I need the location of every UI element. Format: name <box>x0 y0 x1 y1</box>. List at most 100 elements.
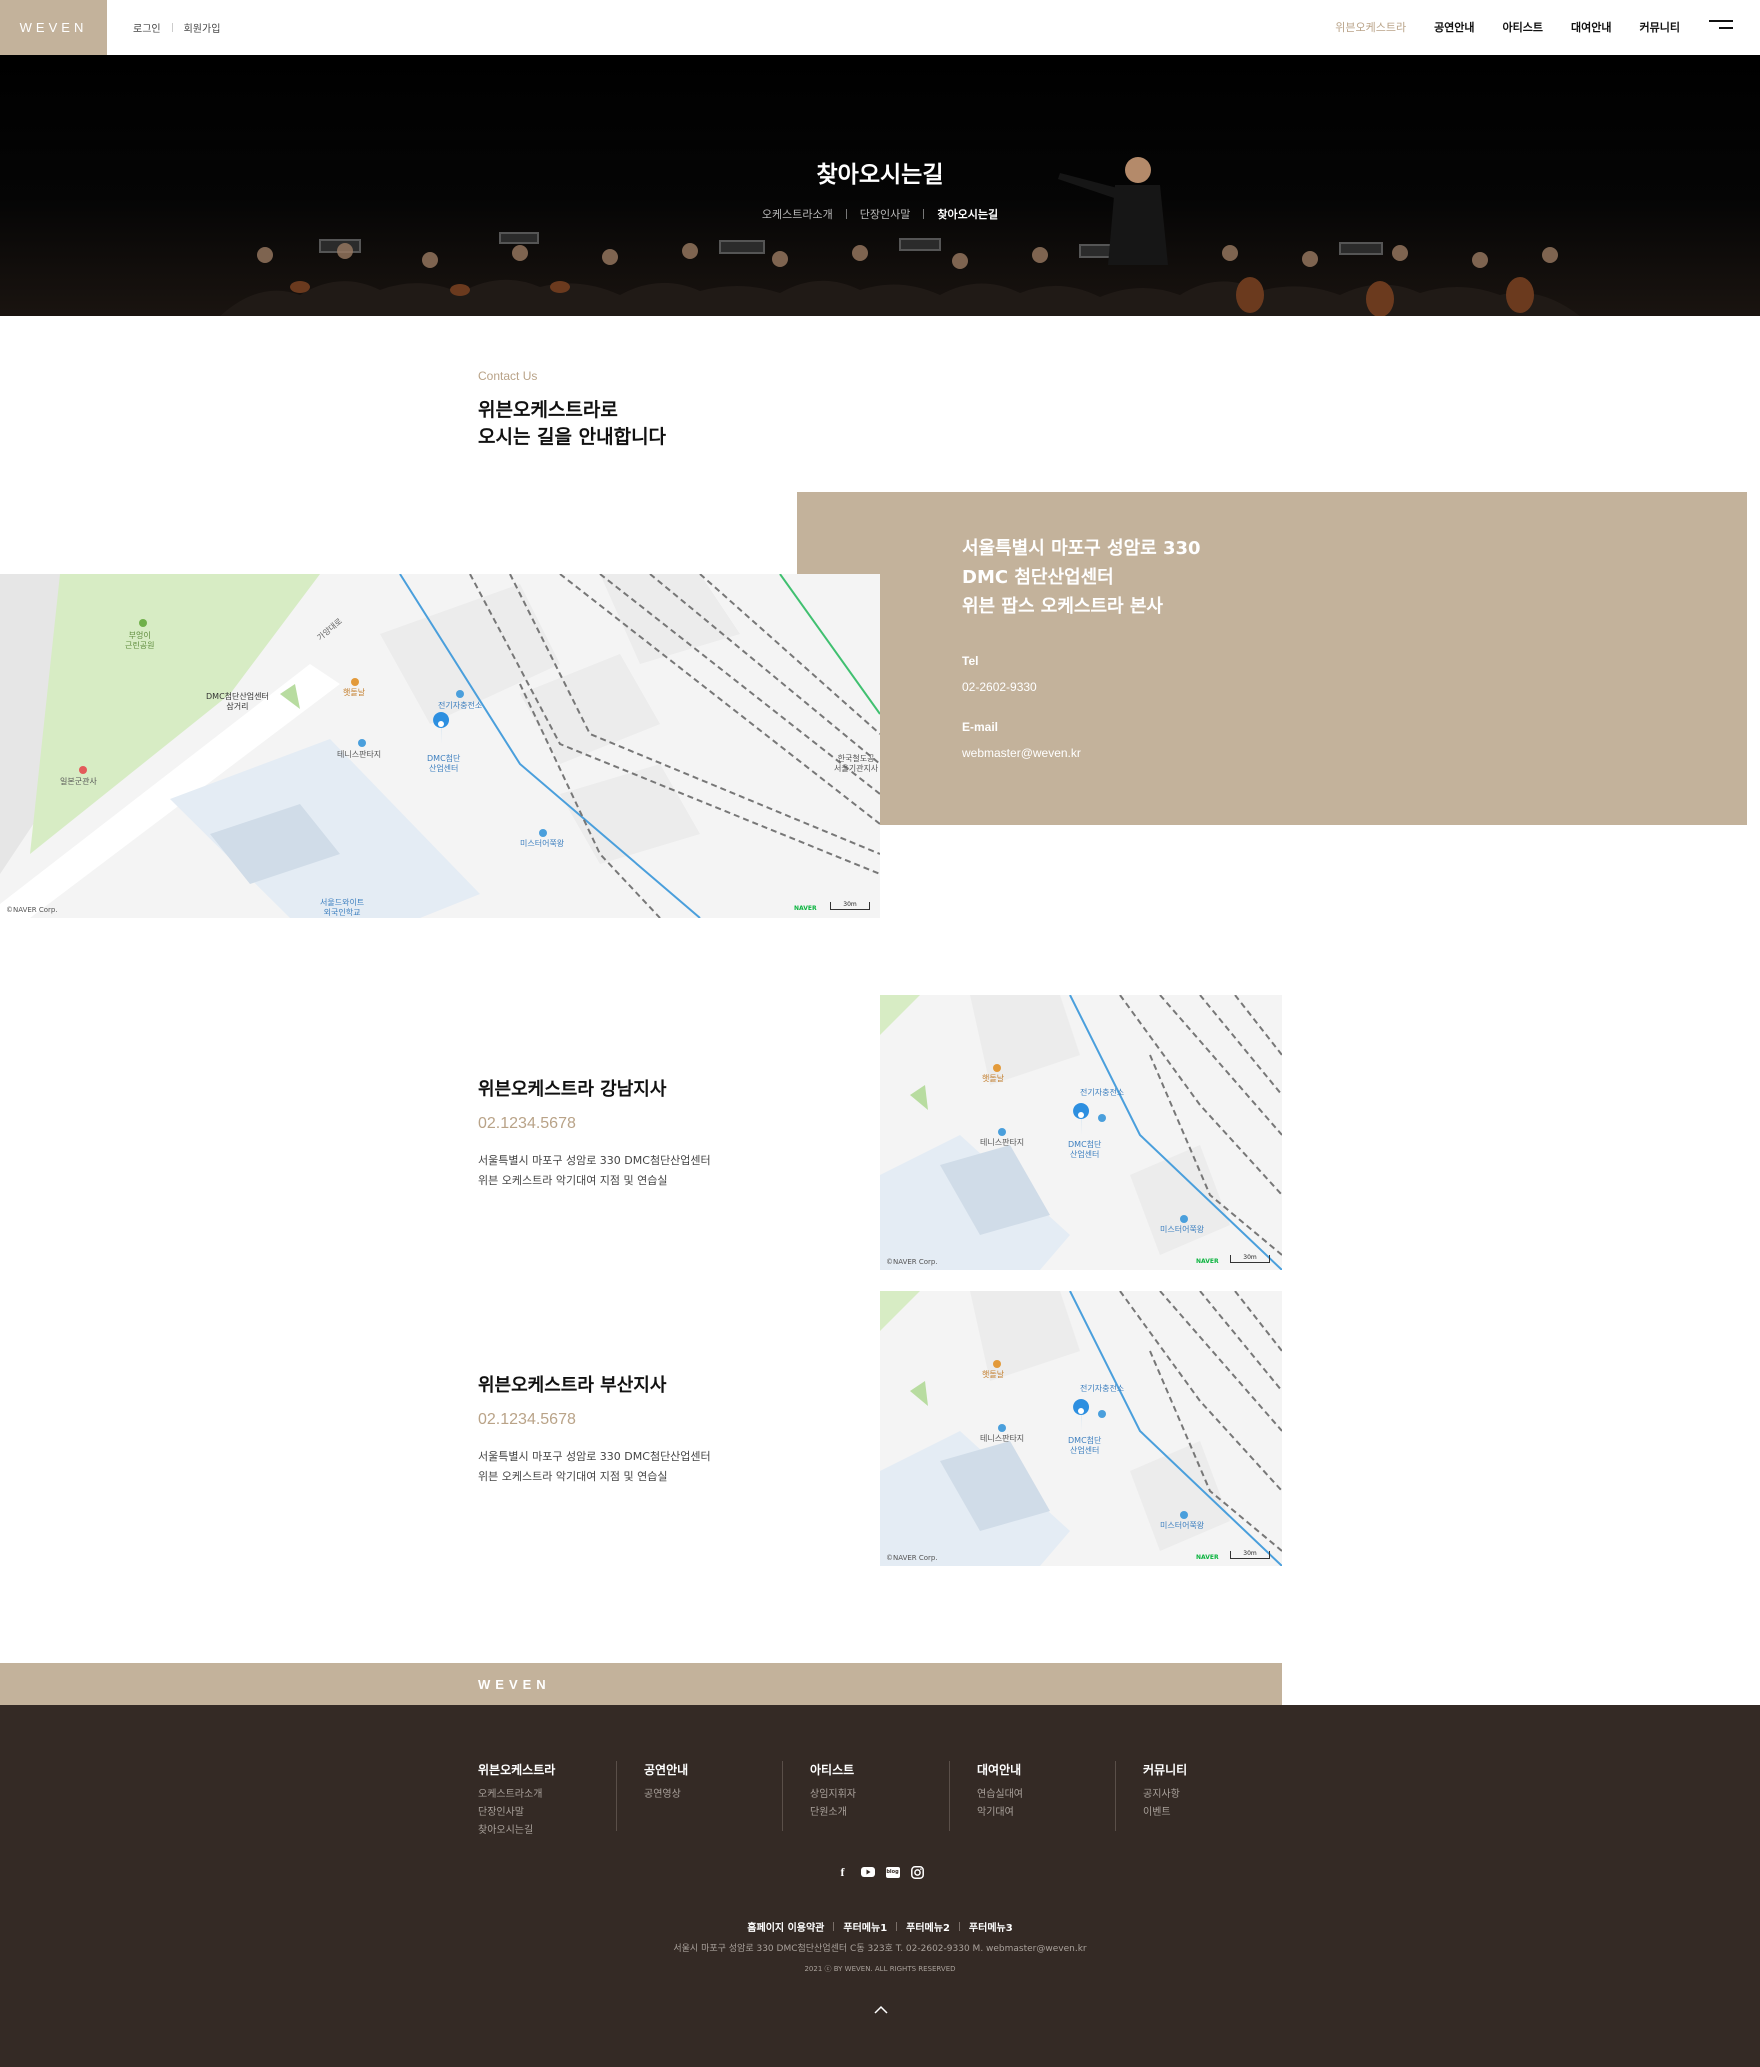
footer-policy-links: 홈페이지 이용약관 푸터메뉴1 푸터메뉴2 푸터메뉴3 <box>0 1919 1760 1934</box>
naver-logo: NAVER <box>1196 1554 1219 1561</box>
footer-menu-3[interactable]: 푸터메뉴3 <box>969 1919 1013 1934</box>
scroll-top-icon[interactable] <box>873 2002 889 2018</box>
footer-link[interactable]: 상임지휘자 <box>810 1786 976 1804</box>
footer-col-head[interactable]: 대여안내 <box>977 1761 1143 1778</box>
tel-label: Tel <box>962 654 979 668</box>
sns-links: f blog <box>0 1865 1760 1879</box>
footer-link[interactable]: 공지사항 <box>1143 1786 1309 1804</box>
branch-desc-gangnam: 서울특별시 마포구 성암로 330 DMC첨단산업센터 위븐 오케스트라 악기대… <box>478 1154 711 1187</box>
branch-name-gangnam: 위븐오케스트라 강남지사 <box>478 1079 667 1100</box>
hero-banner: 찾아오시는길 오케스트라소개 단장인사말 찾아오시는길 <box>0 55 1760 316</box>
footer-col-orchestra: 위븐오케스트라 오케스트라소개 단장인사말 찾아오시는길 <box>478 1761 644 1840</box>
map-label-electric: 전기자충전소 <box>1080 1088 1125 1097</box>
headquarters-address: 서울특별시 마포구 성암로 330 DMC 첨단산업센터 위븐 팝스 오케스트라… <box>962 538 1201 617</box>
section-eyebrow: Contact Us <box>478 369 538 383</box>
map-label-mister: 미스터어쭉왕 <box>1160 1521 1205 1530</box>
footer-col-performance: 공연안내 공연영상 <box>644 1761 810 1804</box>
breadcrumb-item-orchestra[interactable]: 오케스트라소개 <box>762 206 833 222</box>
map-label-crossing: DMC첨단산업센터 삼거리 <box>206 692 269 711</box>
map-label-dmc-center: DMC첨단 산업센터 <box>1068 1140 1102 1159</box>
map-label-restaurant: 햇돌날 <box>982 1074 1005 1083</box>
menu-icon[interactable] <box>1709 20 1733 32</box>
footer-col-artist: 아티스트 상임지휘자 단원소개 <box>810 1761 976 1822</box>
map-label-park: 부엉이 근린공원 <box>125 631 155 650</box>
site-logo[interactable]: WEVEN <box>0 0 107 55</box>
footer-link[interactable]: 단원소개 <box>810 1804 976 1822</box>
footer-link[interactable]: 악기대여 <box>977 1804 1143 1822</box>
youtube-icon[interactable] <box>860 1865 875 1879</box>
main-map[interactable]: 부엉이 근린공원 DMC첨단산업센터 삼거리 햇돌날 전기자충전소 테니스판타지… <box>0 574 880 918</box>
breadcrumb-item-greeting[interactable]: 단장인사말 <box>860 206 911 222</box>
footer-col-rental: 대여안내 연습실대여 악기대여 <box>977 1761 1143 1822</box>
page-title: 찾아오시는길 <box>816 162 944 188</box>
map-label-electric: 전기자충전소 <box>1080 1384 1125 1393</box>
footer-col-head[interactable]: 아티스트 <box>810 1761 976 1778</box>
map-copyright: ©NAVER Corp. <box>6 906 58 914</box>
footer-col-head[interactable]: 위븐오케스트라 <box>478 1761 644 1778</box>
footer-menu-2[interactable]: 푸터메뉴2 <box>906 1919 950 1934</box>
map-canvas <box>0 574 880 918</box>
naver-logo: NAVER <box>1196 1258 1219 1265</box>
auth-links: 로그인 회원가입 <box>133 20 220 35</box>
map-scale: 30m <box>830 902 870 910</box>
footer-copyright: 2021 ⓒ BY WEVEN. ALL RIGHTS RESERVED <box>804 1965 956 1973</box>
branch-tel-gangnam[interactable]: 02.1234.5678 <box>478 1115 576 1133</box>
breadcrumb: 오케스트라소개 단장인사말 찾아오시는길 <box>0 206 1760 222</box>
map-label-japan: 일본군관사 <box>60 777 97 786</box>
page: WEVEN 로그인 회원가입 위븐오케스트라 공연안내 아티스트 대여안내 커뮤… <box>0 0 1760 2067</box>
map-label-restaurant: 햇돌날 <box>982 1370 1005 1379</box>
branch-tel-busan[interactable]: 02.1234.5678 <box>478 1411 576 1429</box>
map-label-rail: 한국철도공 서울기관지사 <box>834 754 879 773</box>
map-label-school: 서울드와이트 외국인학교 <box>320 898 365 917</box>
map-label-mister: 미스터어쭉왕 <box>520 839 565 848</box>
nav-item-artist[interactable]: 아티스트 <box>1503 19 1543 35</box>
footer-logo[interactable]: WEVEN <box>478 1677 551 1692</box>
nav-item-performance[interactable]: 공연안내 <box>1434 19 1474 35</box>
footer-link[interactable]: 이벤트 <box>1143 1804 1309 1822</box>
map-label-tennis: 테니스판타지 <box>980 1434 1025 1443</box>
branch-map-busan[interactable]: 햇돌날 전기자충전소 테니스판타지 DMC첨단 산업센터 미스터어쭉왕 ©NAV… <box>880 1291 1282 1566</box>
map-canvas <box>880 995 1282 1270</box>
footer-link[interactable]: 단장인사말 <box>478 1804 644 1822</box>
branch-name-busan: 위븐오케스트라 부산지사 <box>478 1375 667 1396</box>
footer-link[interactable]: 오케스트라소개 <box>478 1786 644 1804</box>
footer-link[interactable]: 공연영상 <box>644 1786 810 1804</box>
terms-link[interactable]: 홈페이지 이용약관 <box>747 1919 824 1934</box>
footer-col-head[interactable]: 공연안내 <box>644 1761 810 1778</box>
signup-link[interactable]: 회원가입 <box>184 20 221 35</box>
breadcrumb-item-directions[interactable]: 찾아오시는길 <box>937 206 998 222</box>
instagram-icon[interactable] <box>911 1865 925 1879</box>
headquarters-info: 서울특별시 마포구 성암로 330 DMC 첨단산업센터 위븐 팝스 오케스트라… <box>797 492 1747 825</box>
map-scale: 30m <box>1230 1551 1270 1559</box>
map-canvas <box>880 1291 1282 1566</box>
login-link[interactable]: 로그인 <box>133 20 161 35</box>
site-header: WEVEN 로그인 회원가입 위븐오케스트라 공연안내 아티스트 대여안내 커뮤… <box>0 0 1760 55</box>
email-value[interactable]: webmaster@weven.kr <box>962 746 1081 760</box>
footer-col-head[interactable]: 커뮤니티 <box>1143 1761 1309 1778</box>
footer-col-community: 커뮤니티 공지사항 이벤트 <box>1143 1761 1309 1822</box>
map-scale: 30m <box>1230 1255 1270 1263</box>
facebook-icon[interactable]: f <box>836 1865 850 1879</box>
footer-address: 서울시 마포구 성암로 330 DMC첨단산업센터 C동 323호 T. 02-… <box>673 1944 1087 1954</box>
section-title: 위븐오케스트라로 오시는 길을 안내합니다 <box>478 399 667 448</box>
nav-item-community[interactable]: 커뮤니티 <box>1640 19 1680 35</box>
map-label-dmc-center: DMC첨단 산업센터 <box>427 754 461 773</box>
map-copyright: ©NAVER Corp. <box>886 1258 938 1266</box>
nav-item-rental[interactable]: 대여안내 <box>1571 19 1611 35</box>
blog-icon[interactable]: blog <box>885 1865 900 1879</box>
map-label-tennis: 테니스판타지 <box>337 750 382 759</box>
main-nav: 위븐오케스트라 공연안내 아티스트 대여안내 커뮤니티 <box>1335 19 1680 35</box>
map-label-electric: 전기자충전소 <box>438 701 483 710</box>
tel-value[interactable]: 02-2602-9330 <box>962 680 1037 694</box>
nav-item-orchestra[interactable]: 위븐오케스트라 <box>1335 19 1406 35</box>
footer-menu-1[interactable]: 푸터메뉴1 <box>843 1919 887 1934</box>
map-copyright: ©NAVER Corp. <box>886 1554 938 1562</box>
footer-link[interactable]: 찾아오시는길 <box>478 1822 644 1840</box>
footer-link[interactable]: 연습실대여 <box>977 1786 1143 1804</box>
divider <box>171 23 173 32</box>
branch-map-gangnam[interactable]: 햇돌날 전기자충전소 테니스판타지 DMC첨단 산업센터 미스터어쭉왕 ©NAV… <box>880 995 1282 1270</box>
email-label: E-mail <box>962 720 999 734</box>
naver-logo: NAVER <box>794 905 817 912</box>
branch-desc-busan: 서울특별시 마포구 성암로 330 DMC첨단산업센터 위븐 오케스트라 악기대… <box>478 1450 711 1483</box>
site-footer: 위븐오케스트라 오케스트라소개 단장인사말 찾아오시는길 공연안내 공연영상 아… <box>0 1705 1760 2067</box>
